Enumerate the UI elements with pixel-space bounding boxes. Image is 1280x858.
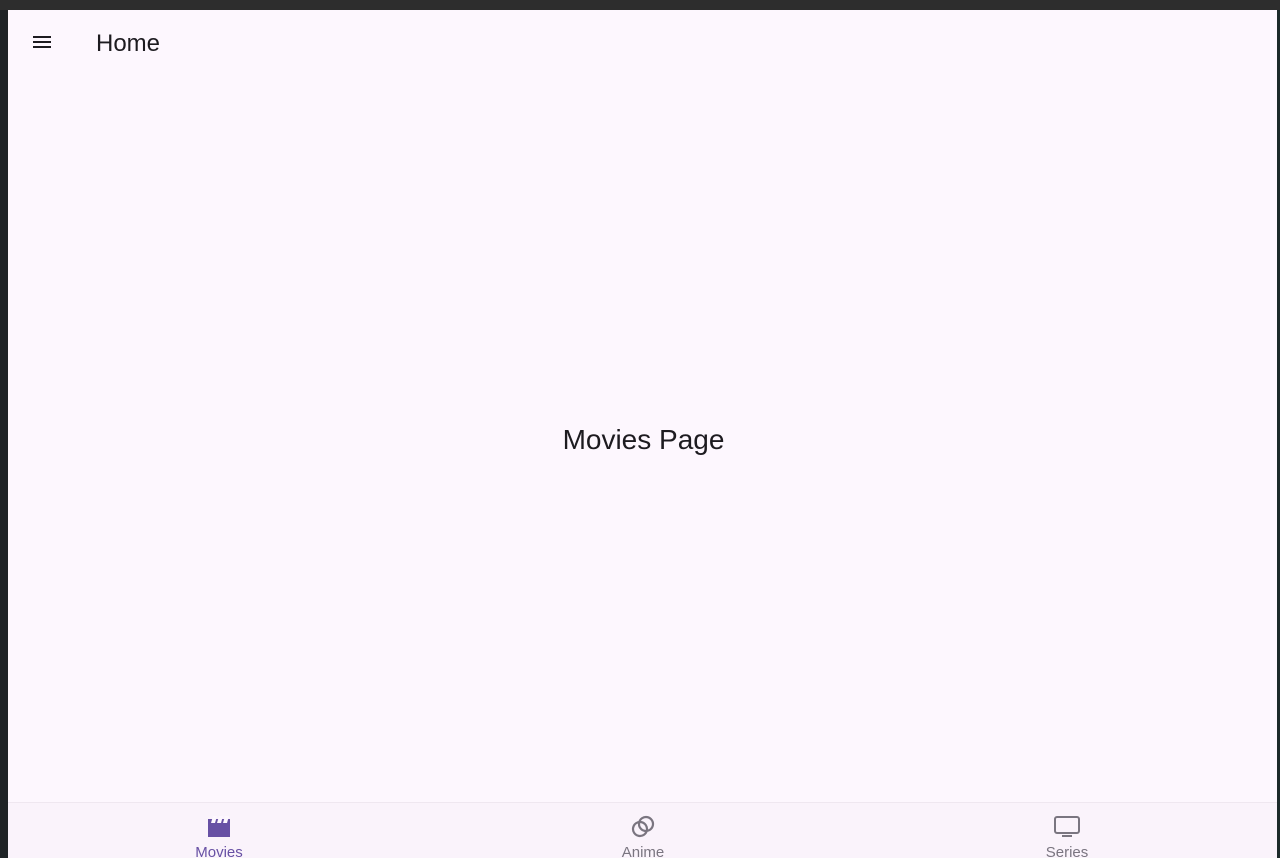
window-top-strip (0, 0, 1280, 10)
tv-icon (1053, 813, 1081, 841)
nav-item-anime[interactable]: Anime (493, 803, 793, 858)
app-bar: Home (8, 10, 1277, 74)
movie-clapper-icon (205, 813, 233, 841)
menu-button[interactable] (20, 18, 64, 66)
nav-item-movies[interactable]: Movies (69, 803, 369, 858)
rings-icon (629, 813, 657, 841)
movies-page-label: Movies Page (562, 424, 725, 455)
nav-label-anime: Anime (621, 844, 665, 858)
nav-label-series: Series (1045, 844, 1089, 858)
bottom-navigation-bar: Movies Anime Series (8, 802, 1277, 858)
window-frame: Home Movies Page Movies Anime Series (0, 0, 1280, 858)
nav-label-movies: Movies (195, 844, 243, 858)
app-surface: Home Movies Page Movies Anime Series (8, 10, 1277, 858)
hamburger-menu-icon (33, 36, 51, 48)
page-title: Home (96, 30, 161, 57)
nav-item-series[interactable]: Series (917, 803, 1217, 858)
window-left-strip (0, 10, 8, 858)
